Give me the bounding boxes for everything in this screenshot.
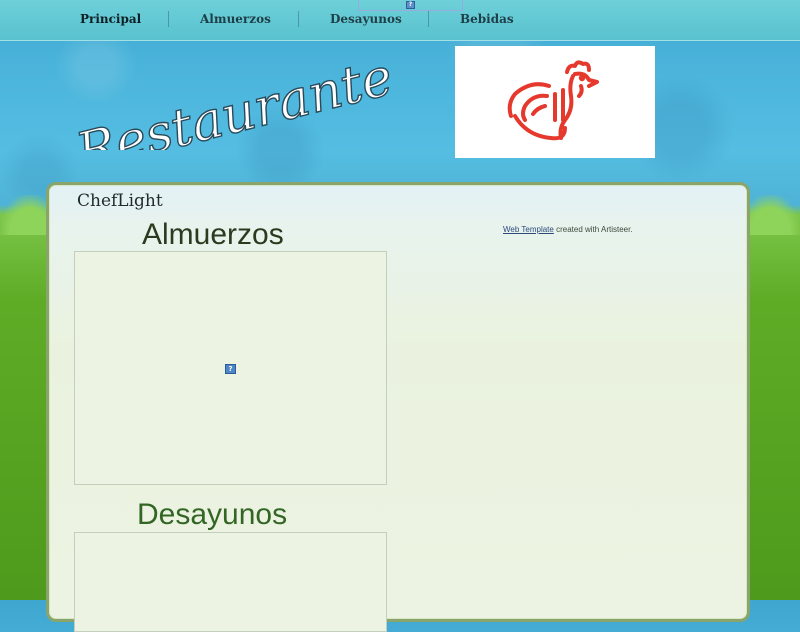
nav-item-almuerzos[interactable]: Almuerzos <box>200 12 271 28</box>
site-name: ChefLight <box>77 191 163 211</box>
web-template-link[interactable]: Web Template <box>503 225 554 234</box>
logo-image <box>455 46 655 158</box>
nav-separator <box>428 11 429 27</box>
broken-image-icon: ? <box>225 364 236 374</box>
nav-separator <box>168 11 169 27</box>
nav-item-principal[interactable]: Principal <box>80 12 141 28</box>
section-title-almuerzos: Almuerzos <box>142 218 284 251</box>
top-nav-bar: ? Principal Almuerzos Desayunos Bebidas <box>0 0 800 41</box>
nav-separator <box>298 11 299 27</box>
almuerzos-media-frame[interactable]: ? <box>74 251 387 485</box>
nav-top-image: ? <box>358 0 463 11</box>
template-credit: Web Template created with Artisteer. <box>503 225 633 234</box>
credit-suffix: created with Artisteer. <box>556 225 633 234</box>
rooster-hand-icon <box>507 60 599 141</box>
section-title-desayunos: Desayunos <box>137 498 288 531</box>
site-logo-text: Restaurante <box>60 40 440 184</box>
logo-text: Restaurante <box>70 47 399 150</box>
desayunos-media-frame[interactable] <box>74 532 387 632</box>
nav-item-desayunos[interactable]: Desayunos <box>330 12 402 28</box>
broken-image-icon: ? <box>406 1 415 9</box>
content-panel: ChefLight Almuerzos ? Web Template creat… <box>46 182 750 632</box>
nav-item-bebidas[interactable]: Bebidas <box>460 12 514 28</box>
